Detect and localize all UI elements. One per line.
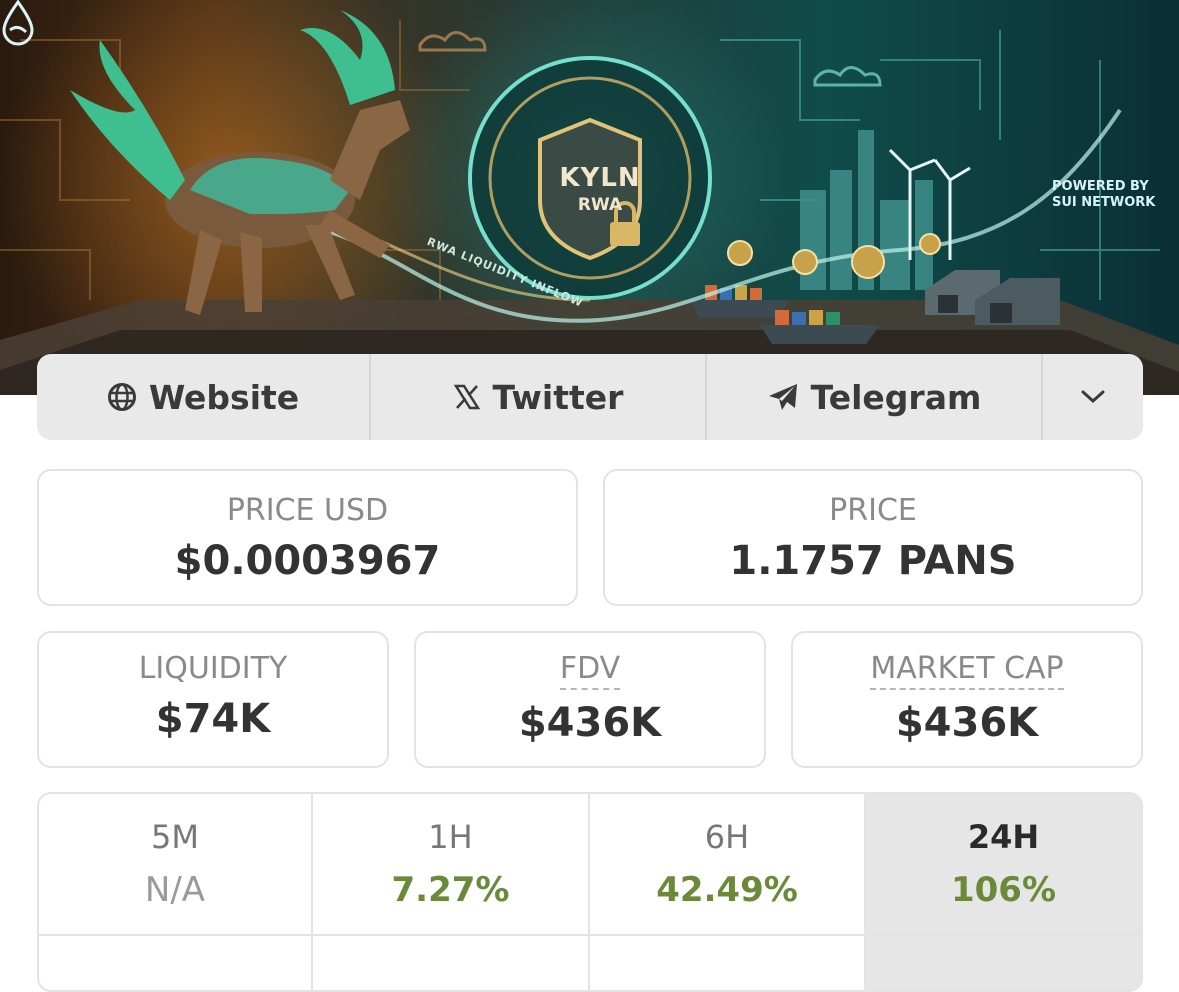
market-cap-label[interactable]: MARKET CAP <box>870 651 1064 690</box>
change-period-6h: 6H <box>704 818 750 856</box>
price-usd-value: $0.0003967 <box>174 538 441 584</box>
banner-logo-line1: KYLN <box>559 163 641 193</box>
price-usd-card: PRICE USD $0.0003967 <box>37 469 578 606</box>
market-cap-value: $436K <box>895 700 1039 746</box>
liquidity-label: LIQUIDITY <box>138 651 288 686</box>
twitter-label: Twitter <box>492 377 624 417</box>
tab-divider <box>590 934 864 936</box>
liquidity-card: LIQUIDITY $74K <box>37 631 389 768</box>
price-usd-label: PRICE USD <box>226 493 389 528</box>
social-links-bar: Website Twitter Telegram <box>37 354 1143 440</box>
banner-logo-line2: RWA <box>577 195 623 215</box>
liquidity-value: $74K <box>155 696 271 742</box>
change-tab-1h[interactable]: 1H 7.27% <box>313 794 590 990</box>
change-value-24h: 106% <box>950 870 1057 910</box>
telegram-button[interactable]: Telegram <box>707 354 1043 440</box>
change-period-5m: 5M <box>151 818 199 856</box>
fdv-card: FDV $436K <box>414 631 766 768</box>
chevron-down-icon <box>1081 390 1105 404</box>
fdv-value: $436K <box>518 700 662 746</box>
tab-divider <box>866 934 1141 936</box>
more-links-button[interactable] <box>1043 354 1143 440</box>
price-native-label: PRICE <box>829 493 917 528</box>
x-logo-icon <box>453 384 480 410</box>
price-change-tabs: 5M N/A 1H 7.27% 6H 42.49% 24H 106% <box>37 792 1143 992</box>
website-button[interactable]: Website <box>37 354 371 440</box>
token-banner-image: KYLN RWA RWA LIQUIDITY INFLOW POWERED BY… <box>0 0 1179 395</box>
market-cap-card: MARKET CAP $436K <box>791 631 1143 768</box>
powered-by-label: POWERED BY SUI NETWORK <box>1052 179 1156 210</box>
globe-icon <box>107 383 136 411</box>
fdv-label[interactable]: FDV <box>559 651 621 690</box>
change-value-5m: N/A <box>144 870 206 910</box>
change-value-6h: 42.49% <box>656 870 798 910</box>
change-tab-24h[interactable]: 24H 106% <box>866 794 1141 990</box>
tab-divider <box>313 934 588 936</box>
change-tab-5m[interactable]: 5M N/A <box>39 794 313 990</box>
price-native-card: PRICE 1.1757 PANS <box>603 469 1143 606</box>
telegram-label: Telegram <box>810 377 982 417</box>
change-period-24h: 24H <box>967 818 1040 856</box>
change-value-1h: 7.27% <box>391 870 510 910</box>
sui-drop-icon <box>2 0 34 46</box>
telegram-icon <box>768 384 797 410</box>
tab-divider <box>39 934 311 936</box>
change-period-1h: 1H <box>428 818 473 856</box>
change-tab-6h[interactable]: 6H 42.49% <box>590 794 866 990</box>
banner-logo-text: KYLN RWA <box>550 163 650 215</box>
price-native-value: 1.1757 PANS <box>729 538 1017 584</box>
website-label: Website <box>148 377 300 417</box>
twitter-button[interactable]: Twitter <box>371 354 707 440</box>
